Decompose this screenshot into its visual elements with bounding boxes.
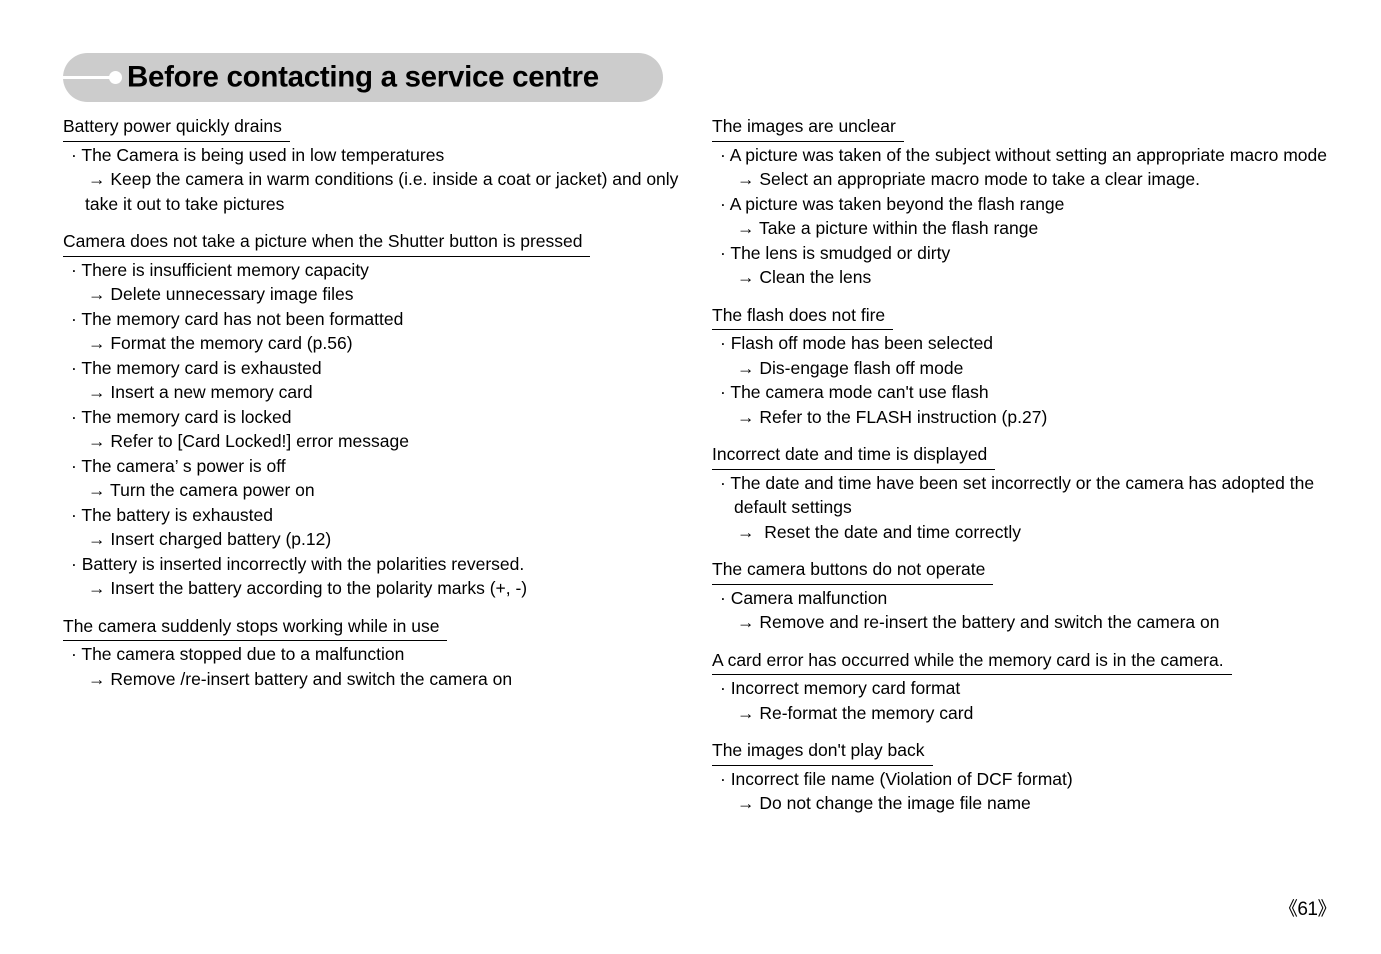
- troubleshooting-section: The images are unclear · A picture was ta…: [712, 114, 1337, 290]
- solution-arrow-item: → Remove and re-insert the battery and s…: [737, 612, 1220, 632]
- symptom-bullet-item: · The memory card is exhausted: [71, 357, 322, 378]
- section-heading: The flash does not fire: [712, 303, 894, 330]
- solution-arrow-item: → Remove /re-insert battery and switch t…: [88, 668, 513, 689]
- solution-arrow-item: → Turn the camera power on: [88, 480, 315, 500]
- solution-arrow-item: → Take a picture within the flash range: [737, 218, 1039, 238]
- symptom-bullet-item: · The date and time have been set incorr…: [720, 472, 1315, 493]
- troubleshooting-section: The camera buttons do not operate · Camer…: [712, 557, 1337, 635]
- solution-arrow-item: → Refer to [Card Locked!] error message: [88, 431, 409, 451]
- symptom-bullet-item: · The battery is exhausted: [71, 504, 274, 525]
- page-number: 《61》: [1278, 899, 1337, 920]
- left-content-column: Battery power quickly drains · The Camera…: [63, 114, 683, 704]
- section-heading: Battery power quickly drains: [63, 114, 290, 142]
- section-heading: The images are unclear: [712, 114, 904, 142]
- page-header-banner: Before contacting a service centre: [63, 53, 663, 102]
- symptom-bullet-item: · The camera stopped due to a malfunctio…: [71, 644, 405, 664]
- solution-arrow-item: → Re-format the memory card: [737, 702, 974, 723]
- wrapped-text-line: default settings: [734, 497, 852, 517]
- troubleshooting-section: A card error has occurred while the memo…: [712, 648, 1337, 726]
- troubleshooting-section: The images don't play back · Incorrect fi…: [712, 738, 1337, 816]
- section-heading: Incorrect date and time is displayed: [712, 442, 996, 470]
- section-heading: The camera suddenly stops working while …: [63, 614, 448, 641]
- symptom-bullet-item: · Battery is inserted incorrectly with t…: [71, 553, 525, 574]
- symptom-bullet-item: · Camera malfunction: [720, 587, 888, 608]
- troubleshooting-section: The flash does not fire · Flash off mode …: [712, 303, 1337, 430]
- section-heading: The camera buttons do not operate: [712, 557, 994, 585]
- symptom-bullet-item: · A picture was taken beyond the flash r…: [720, 193, 1065, 214]
- solution-arrow-item: → Delete unnecessary image files: [88, 284, 354, 304]
- symptom-bullet-item: · The camera’ s power is off: [71, 455, 286, 476]
- solution-arrow-item: → Dis-engage flash off mode: [737, 357, 964, 378]
- solution-arrow-item: → Insert a new memory card: [88, 382, 313, 402]
- troubleshooting-section: Incorrect date and time is displayed · Th…: [712, 442, 1337, 544]
- solution-arrow-item: → Refer to the FLASH instruction (p.27): [737, 406, 1048, 427]
- solution-arrow-item: → Clean the lens: [737, 267, 872, 287]
- symptom-bullet-item: · The memory card has not been formatted: [71, 308, 404, 329]
- solution-arrow-item: → Reset the date and time correctly: [737, 521, 1022, 542]
- solution-arrow-item: → Insert charged battery (p.12): [88, 529, 332, 549]
- troubleshooting-section: Camera does not take a picture when the …: [63, 229, 683, 601]
- section-heading: Camera does not take a picture when the …: [63, 229, 591, 257]
- symptom-bullet-item: · The Camera is being used in low temper…: [71, 144, 445, 165]
- section-heading: A card error has occurred while the memo…: [712, 648, 1232, 675]
- symptom-bullet-item: · The lens is smudged or dirty: [720, 242, 951, 263]
- symptom-bullet-item: · Incorrect file name (Violation of DCF …: [720, 768, 1073, 789]
- solution-arrow-item: → Do not change the image file name: [737, 793, 1031, 813]
- header-accent-dot-icon: [109, 71, 122, 84]
- section-heading: The images don't play back: [712, 738, 933, 766]
- troubleshooting-section: The camera suddenly stops working while …: [63, 614, 683, 692]
- symptom-bullet-item: · Flash off mode has been selected: [720, 333, 994, 353]
- header-accent-line-icon: [63, 76, 115, 79]
- solution-arrow-item: → Insert the battery according to the po…: [88, 578, 528, 598]
- troubleshooting-section: Battery power quickly drains · The Camera…: [63, 114, 683, 216]
- wrapped-text-line: take it out to take pictures: [85, 193, 285, 214]
- solution-arrow-item: → Keep the camera in warm conditions (i.…: [88, 169, 679, 189]
- right-content-column: The images are unclear · A picture was ta…: [712, 114, 1337, 829]
- symptom-bullet-item: · Incorrect memory card format: [720, 678, 961, 698]
- solution-arrow-item: → Select an appropriate macro mode to ta…: [737, 169, 1201, 189]
- symptom-bullet-item: · The memory card is locked: [71, 406, 292, 427]
- symptom-bullet-item: · There is insufficient memory capacity: [71, 259, 369, 280]
- solution-arrow-item: → Format the memory card (p.56): [88, 333, 353, 353]
- symptom-bullet-item: · A picture was taken of the subject wit…: [720, 144, 1328, 165]
- symptom-bullet-item: · The camera mode can't use flash: [720, 382, 989, 402]
- page-title: Before contacting a service centre: [127, 59, 599, 93]
